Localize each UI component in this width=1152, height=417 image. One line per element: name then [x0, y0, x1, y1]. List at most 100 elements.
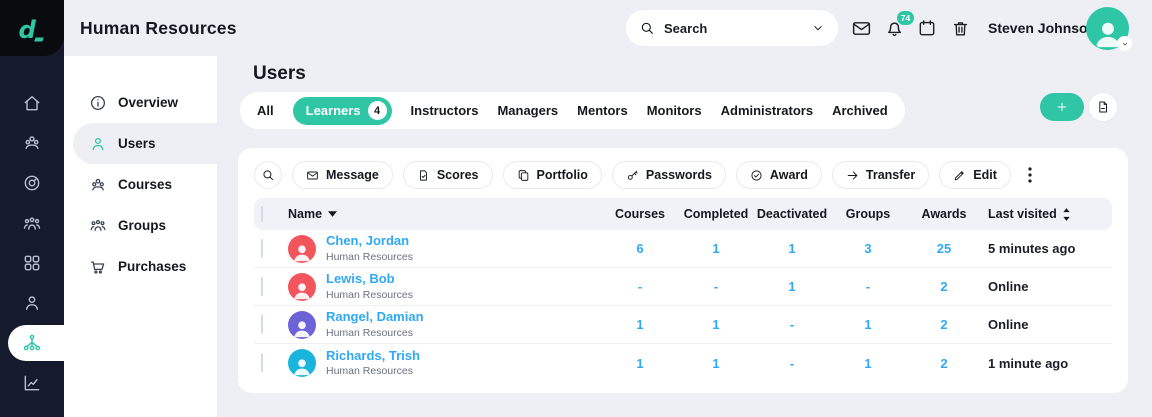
avatar — [288, 349, 316, 377]
row-checkbox[interactable] — [261, 353, 263, 372]
button-label: Transfer — [865, 168, 916, 182]
tab-managers[interactable]: Managers — [497, 103, 558, 118]
select-all-checkbox[interactable] — [261, 206, 263, 222]
sidebar-item-purchases[interactable]: Purchases — [64, 246, 217, 287]
edit-button[interactable]: Edit — [939, 161, 1011, 189]
courses-count-link[interactable]: 1 — [602, 356, 678, 371]
sidebar-label: Purchases — [118, 259, 187, 274]
learners-count-badge: 4 — [367, 101, 387, 120]
user-icon — [89, 135, 107, 153]
profile-icon[interactable] — [22, 293, 42, 313]
sidebar-item-courses[interactable]: Courses — [64, 164, 217, 205]
search-input[interactable]: Search — [626, 10, 838, 46]
trash-button[interactable] — [949, 17, 971, 39]
message-button[interactable]: Message — [292, 161, 393, 189]
user-name-link[interactable]: Chen, Jordan — [326, 233, 413, 249]
row-checkbox[interactable] — [261, 314, 263, 334]
sort-icon[interactable] — [1062, 207, 1071, 221]
user-department: Human Resources — [326, 365, 413, 378]
completed-count-link[interactable]: 1 — [678, 317, 754, 332]
copy-icon — [517, 169, 530, 182]
column-name: Name — [288, 207, 323, 221]
apps-icon[interactable] — [22, 253, 42, 273]
awards-count-link[interactable]: 2 — [906, 279, 982, 294]
dashboard-icon[interactable] — [22, 173, 42, 193]
sidebar: Overview Users Courses Groups Purchases — [64, 56, 217, 417]
export-users-button[interactable] — [1088, 92, 1118, 122]
tab-learners-active[interactable]: Learners 4 — [292, 96, 392, 125]
awards-count-link[interactable]: 25 — [906, 241, 982, 256]
home-icon[interactable] — [22, 93, 42, 113]
tab-mentors[interactable]: Mentors — [577, 103, 628, 118]
user-name-link[interactable]: Lewis, Bob — [326, 271, 413, 287]
user-menu-chevron-icon[interactable] — [1117, 36, 1132, 51]
completed-count-link[interactable]: - — [678, 279, 754, 294]
row-checkbox[interactable] — [261, 276, 263, 296]
courses-icon[interactable] — [22, 133, 42, 153]
users-table: Name Courses Completed Deactivated Group… — [254, 198, 1112, 382]
user-name-link[interactable]: Richards, Trish — [326, 348, 420, 364]
deactivated-count-link[interactable]: - — [754, 317, 830, 332]
courses-count-link[interactable]: - — [602, 279, 678, 294]
organization-icon — [22, 333, 42, 353]
table-search-button[interactable] — [254, 161, 282, 189]
user-name[interactable]: Steven Johnson — [988, 0, 1096, 56]
group-icon — [89, 176, 107, 194]
groups-count-link[interactable]: 3 — [830, 241, 906, 256]
user-name-link[interactable]: Rangel, Damian — [326, 309, 424, 325]
transfer-button[interactable]: Transfer — [831, 161, 930, 189]
calendar-button[interactable] — [916, 17, 938, 39]
deactivated-count-link[interactable]: - — [754, 356, 830, 371]
more-actions-button[interactable] — [1021, 161, 1039, 189]
awards-count-link[interactable]: 2 — [906, 356, 982, 371]
deactivated-count-link[interactable]: 1 — [754, 241, 830, 256]
last-visited: 1 minute ago — [988, 355, 1069, 371]
rail-item-organization-active[interactable] — [8, 325, 64, 361]
groups-count-link[interactable]: - — [830, 279, 906, 294]
reports-icon[interactable] — [22, 373, 42, 393]
table-row: Lewis, Bob Human Resources - - 1 - 2 Onli… — [254, 268, 1112, 306]
tab-monitors[interactable]: Monitors — [647, 103, 702, 118]
chevron-down-icon[interactable] — [811, 21, 825, 35]
arrow-right-icon — [846, 169, 859, 182]
completed-count-link[interactable]: 1 — [678, 241, 754, 256]
last-visited: Online — [988, 317, 1029, 332]
column-courses: Courses — [614, 207, 666, 221]
add-user-button[interactable] — [1040, 93, 1084, 121]
button-label: Scores — [436, 168, 479, 182]
scores-button[interactable]: Scores — [402, 161, 493, 189]
row-checkbox[interactable] — [261, 238, 263, 258]
courses-count-link[interactable]: 6 — [602, 241, 678, 256]
user-avatar[interactable] — [1086, 7, 1132, 51]
portfolio-button[interactable]: Portfolio — [502, 161, 602, 189]
sidebar-item-groups[interactable]: Groups — [64, 205, 217, 246]
tab-all[interactable]: All — [257, 103, 274, 118]
deactivated-count-link[interactable]: 1 — [754, 279, 830, 294]
table-header-row: Name Courses Completed Deactivated Group… — [254, 198, 1112, 230]
search-icon — [639, 20, 655, 36]
tab-archived[interactable]: Archived — [832, 103, 888, 118]
award-button[interactable]: Award — [735, 161, 822, 189]
tab-administrators[interactable]: Administrators — [721, 103, 813, 118]
passwords-button[interactable]: Passwords — [611, 161, 726, 189]
completed-count-link[interactable]: 1 — [678, 356, 754, 371]
messages-button[interactable] — [850, 17, 872, 39]
sidebar-label: Overview — [118, 95, 179, 110]
column-deactivated: Deactivated — [756, 207, 828, 221]
envelope-icon — [306, 169, 319, 182]
groups-count-link[interactable]: 1 — [830, 317, 906, 332]
courses-count-link[interactable]: 1 — [602, 317, 678, 332]
awards-count-link[interactable]: 2 — [906, 317, 982, 332]
caret-down-icon[interactable] — [328, 211, 338, 217]
page-title: Users — [253, 63, 306, 84]
last-visited: 5 minutes ago — [988, 241, 1076, 256]
sidebar-item-users[interactable]: Users — [73, 123, 217, 164]
people-icon[interactable] — [22, 214, 42, 234]
sidebar-item-overview[interactable]: Overview — [64, 82, 217, 123]
app-logo[interactable]: d — [0, 0, 64, 56]
tab-instructors[interactable]: Instructors — [411, 103, 479, 118]
logo-icon: d — [19, 15, 44, 44]
notifications-button[interactable]: 74 — [883, 11, 914, 39]
bulk-actions-toolbar: Message Scores Portfolio Passwords Award… — [238, 148, 1128, 198]
groups-count-link[interactable]: 1 — [830, 356, 906, 371]
